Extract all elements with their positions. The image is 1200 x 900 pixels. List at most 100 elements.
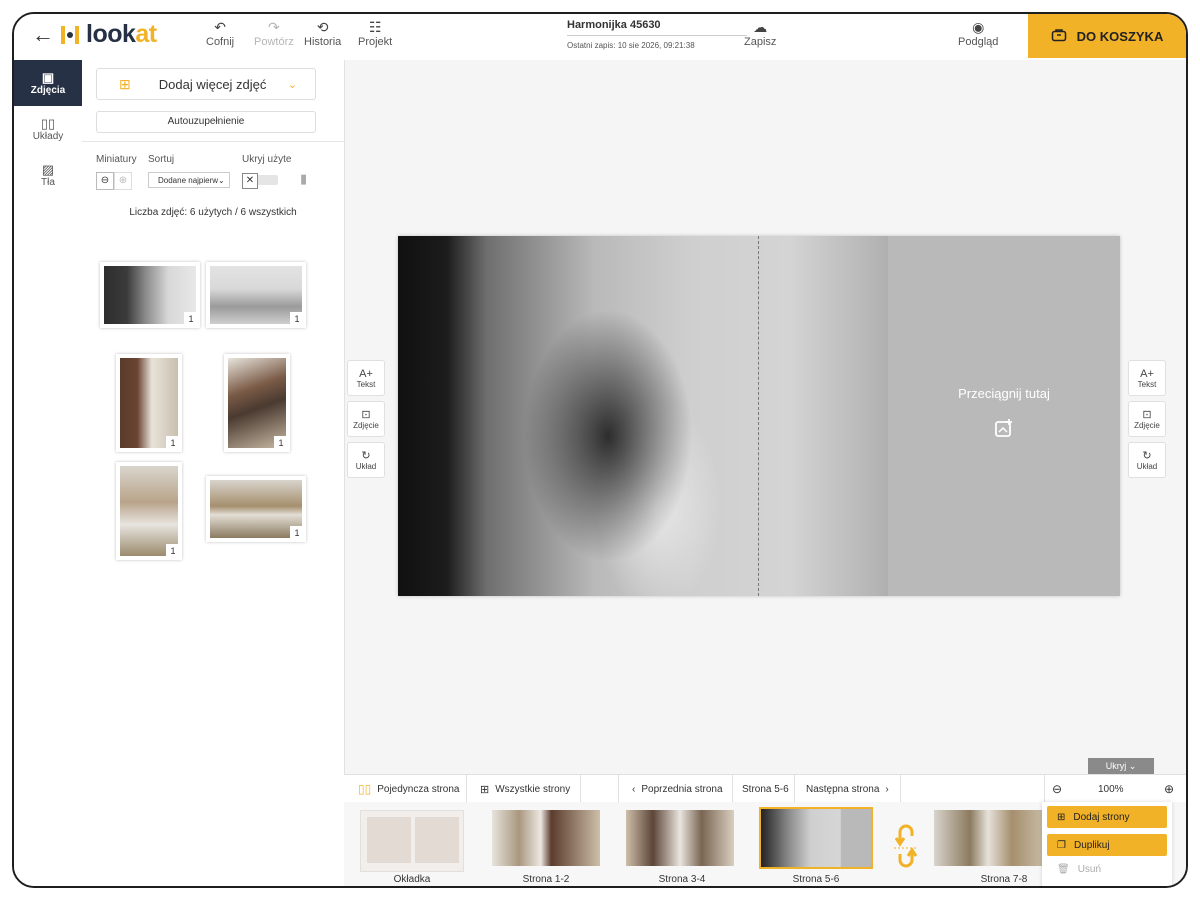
redo-icon: ↷ <box>268 19 280 35</box>
photo-thumb[interactable]: 1 <box>116 462 182 560</box>
back-button[interactable]: ← <box>32 22 54 48</box>
add-photos-button[interactable]: ⊞ Dodaj więcej zdjęć ⌄ <box>96 68 316 100</box>
zoom-in-button[interactable]: ⊕ <box>1164 775 1174 803</box>
reorder-pages-icon[interactable] <box>892 822 920 870</box>
duplicate-button[interactable]: ❐ Duplikuj <box>1047 834 1167 856</box>
project-button[interactable]: ☷ Projekt <box>358 18 392 48</box>
usage-count: 1 <box>184 312 198 326</box>
hide-used-label: Ukryj użyte <box>242 154 292 165</box>
spread-photo[interactable] <box>398 236 888 596</box>
all-pages-view-button[interactable]: ⊞ Wszystkie strony <box>480 775 570 803</box>
single-page-view-button[interactable]: ▯▯ Pojedyncza strona <box>358 775 460 803</box>
nav-item-backgrounds[interactable]: ▨ Tła <box>14 152 82 198</box>
photo-thumb[interactable]: 1 <box>224 354 290 452</box>
duplicate-label: Duplikuj <box>1073 839 1110 851</box>
page-fold-line <box>758 236 759 596</box>
image-plus-icon: ⊡ <box>361 408 371 421</box>
prev-page-label: Poprzednia strona <box>641 783 723 795</box>
cart-button[interactable]: DO KOSZYKA <box>1028 14 1186 58</box>
trash-icon: 🗑 <box>1057 864 1070 875</box>
hide-used-toggle[interactable]: ✕ <box>242 173 278 189</box>
history-icon: ⟲ <box>316 19 329 35</box>
cover-left <box>367 817 411 863</box>
backgrounds-icon: ▨ <box>41 162 55 177</box>
photo-image <box>120 358 178 448</box>
logo-text-at: at <box>135 20 157 48</box>
add-pages-label: Dodaj strony <box>1073 811 1130 823</box>
add-photo-tool[interactable]: ⊡ Zdjęcie <box>1128 401 1166 437</box>
layouts-icon: ▯▯ <box>40 116 56 131</box>
photo-image <box>120 466 178 556</box>
bag-icon <box>1051 28 1067 45</box>
redo-button[interactable]: ↷ Powtórz <box>254 18 294 48</box>
project-info: Harmonijka 45630 Ostatni zapis: 10 sie 2… <box>567 19 747 50</box>
add-image-icon: ⊞ <box>119 75 131 92</box>
usage-count: 1 <box>166 544 180 558</box>
history-button[interactable]: ⟲ Historia <box>304 18 341 48</box>
photo-panel: ⊞ Dodaj więcej zdjęć ⌄ Autouzupełnienie … <box>82 60 345 886</box>
zoom-out-button[interactable]: ⊖ <box>1052 775 1062 803</box>
photo-image <box>228 358 286 448</box>
photo-thumb[interactable]: 1 <box>116 354 182 452</box>
chevrons-down-icon: ⌄ <box>1128 761 1137 771</box>
single-page-label: Pojedyncza strona <box>377 783 460 795</box>
nav-label-layouts: Układy <box>32 131 64 142</box>
save-button[interactable]: ☁ Zapisz <box>744 18 776 48</box>
page-thumb[interactable] <box>626 810 734 866</box>
photo-drop-zone[interactable]: Przeciągnij tutaj <box>888 236 1120 596</box>
add-text-tool[interactable]: A+ Tekst <box>1128 360 1166 396</box>
last-save-text: Ostatni zapis: 10 sie 2026, 09:21:38 <box>567 41 695 50</box>
page-thumb-selected[interactable] <box>759 807 873 869</box>
sort-label: Sortuj <box>148 154 175 165</box>
nav-item-photos[interactable]: ▣ Zdjęcia <box>14 60 82 106</box>
usage-count: 1 <box>290 526 304 540</box>
nav-item-layouts[interactable]: ▯▯ Układy <box>14 106 82 152</box>
delete-button[interactable]: 🗑 Usuń <box>1057 864 1101 875</box>
page-thumb[interactable] <box>934 810 1054 866</box>
delete-label: Usuń <box>1077 864 1102 875</box>
logo-text-look: look <box>86 20 136 48</box>
add-text-tool[interactable]: A+ Tekst <box>347 360 385 396</box>
image-plus-icon: ⊡ <box>1142 408 1152 421</box>
nav-label-photos: Zdjęcia <box>30 85 66 96</box>
prev-page-button[interactable]: ‹ Poprzednia strona <box>632 775 723 803</box>
zoom-in-thumbs-button[interactable]: ⊕ <box>114 172 132 190</box>
next-page-button[interactable]: Następna strona › <box>806 775 889 803</box>
photo-thumb[interactable]: 1 <box>206 262 306 328</box>
divider <box>618 775 619 803</box>
undo-label: Cofnij <box>206 36 235 48</box>
copy-icon: ❐ <box>1057 839 1066 851</box>
photo-count-text: Liczba zdjęć: 6 użytych / 6 wszystkich <box>129 207 297 218</box>
autofill-button[interactable]: Autouzupełnienie <box>96 111 316 133</box>
panel-divider <box>82 141 344 142</box>
chevron-left-icon: ‹ <box>632 783 636 795</box>
page-thumb-cover[interactable] <box>360 810 464 872</box>
sort-select[interactable]: Dodane najpierw⌄ <box>148 172 230 188</box>
redo-label: Powtórz <box>254 36 294 48</box>
divider <box>580 775 581 803</box>
layout-tool[interactable]: ↻ Układ <box>347 442 385 478</box>
hide-panel-tab[interactable]: Ukryj ⌄ <box>1088 758 1154 774</box>
undo-button[interactable]: ↶ Cofnij <box>206 18 234 48</box>
all-pages-label: Wszystkie strony <box>495 783 571 795</box>
project-title[interactable]: Harmonijka 45630 <box>567 19 747 36</box>
preview-button[interactable]: ◉ Podgląd <box>958 18 998 48</box>
single-page-icon: ▯▯ <box>358 782 372 796</box>
usage-count: 1 <box>290 312 304 326</box>
project-label: Projekt <box>358 36 393 48</box>
divider <box>466 775 467 803</box>
layout-tool[interactable]: ↻ Układ <box>1128 442 1166 478</box>
refresh-icon: ↻ <box>1142 449 1152 462</box>
page-thumb[interactable] <box>492 810 600 866</box>
chevron-down-icon: ⌄ <box>218 176 225 185</box>
zoom-out-thumbs-button[interactable]: ⊖ <box>96 172 114 190</box>
photo-thumb[interactable]: 1 <box>206 476 306 542</box>
zoom-level: 100% <box>1098 783 1124 795</box>
add-pages-button[interactable]: ⊞ Dodaj strony <box>1047 806 1167 828</box>
usage-count: 1 <box>166 436 180 450</box>
photo-thumb[interactable]: 1 <box>100 262 200 328</box>
add-photo-tool[interactable]: ⊡ Zdjęcie <box>347 401 385 437</box>
photos-icon: ▣ <box>41 70 55 85</box>
trash-icon[interactable]: ▮ <box>300 171 307 187</box>
logo[interactable]: lookat <box>60 20 157 49</box>
